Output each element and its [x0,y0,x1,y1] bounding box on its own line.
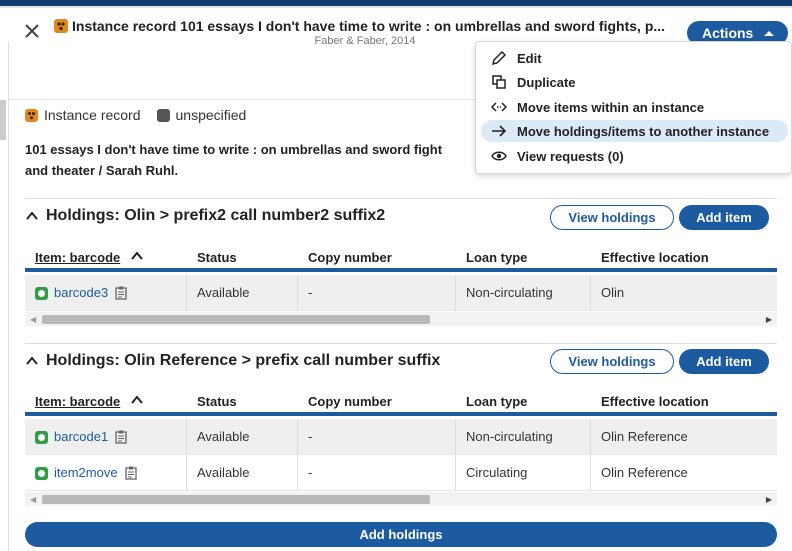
column-header-barcode[interactable]: Item: barcode [35,394,120,409]
menu-item-label: Move items within an instance [517,99,705,115]
header-separator [9,99,479,100]
menu-item-view-requests[interactable]: View requests (0) [481,145,788,167]
column-header-loan-type[interactable]: Loan type [466,394,527,409]
horizontal-scrollbar[interactable]: ◀ ▶ [25,312,777,326]
loan-type: Non-circulating [466,285,553,300]
instance-description: 101 essays I don't have time to write : … [25,139,485,181]
scroll-left-icon[interactable]: ◀ [30,315,36,324]
item-status: Available [197,285,250,300]
menu-item-move-holdings[interactable]: Move holdings/items to another instance [481,120,788,142]
chevron-up-icon [26,211,38,220]
item-status-icon [35,466,48,480]
menu-item-label: Edit [517,50,542,66]
view-holdings-button[interactable]: View holdings [550,205,674,230]
instance-status-label: unspecified [175,107,247,123]
effective-location: Olin [601,285,625,300]
barcode-link[interactable]: barcode1 [54,419,108,455]
column-header-barcode[interactable]: Item: barcode [35,250,120,265]
arrow-right-icon [492,125,507,137]
table-row[interactable]: barcode3 Available - Non-circulating Oli… [25,275,777,311]
menu-item-label: Duplicate [517,74,576,90]
item-status-icon [35,430,48,444]
pane-left-border [8,42,9,551]
pane-title: Instance record 101 essays I don't have … [72,18,666,34]
pane-header: Instance record 101 essays I don't have … [0,8,792,47]
effective-location: Olin Reference [601,429,688,444]
caret-up-icon [764,31,774,36]
view-holdings-button[interactable]: View holdings [550,349,674,374]
menu-item-edit[interactable]: Edit [481,47,788,69]
pencil-icon [491,50,507,66]
item-status: Available [197,429,250,444]
item-status-icon [35,286,48,300]
menu-item-label: View requests (0) [517,148,624,164]
loan-type: Circulating [466,465,528,480]
instance-description-line: 101 essays I don't have time to write : … [25,142,443,157]
column-header-loan-type[interactable]: Loan type [466,250,527,265]
eye-icon [491,151,507,161]
table-row[interactable]: barcode1 Available - Non-circulating Oli… [25,419,777,455]
item-status: Available [197,465,250,480]
scrollbar-thumb[interactable] [42,495,430,504]
status-icon [156,108,170,122]
actions-menu: Edit Duplicate Move items within an inst… [475,41,792,174]
instance-type-line: Instance record unspecified [25,107,246,123]
move-within-icon [491,102,507,112]
menu-item-label: Move holdings/items to another instance [517,123,770,139]
menu-item-move-within[interactable]: Move items within an instance [481,96,788,118]
section-divider [25,343,777,344]
instance-description-line: and theater / Sarah Ruhl. [25,163,179,178]
clipboard-icon[interactable] [115,430,127,444]
scrollbar-thumb[interactable] [42,315,430,324]
menu-item-duplicate[interactable]: Duplicate [481,71,788,93]
actions-label: Actions [702,25,754,41]
add-item-button[interactable]: Add item [679,349,769,374]
section-divider [25,198,777,199]
scroll-right-icon[interactable]: ▶ [766,495,772,504]
copy-number: - [308,285,313,300]
scroll-right-icon[interactable]: ▶ [766,315,772,324]
add-item-button[interactable]: Add item [679,205,769,230]
barcode-link[interactable]: barcode3 [54,275,108,311]
holdings-header[interactable]: Holdings: Olin > prefix2 call number2 su… [25,207,385,225]
add-holdings-button[interactable]: Add holdings [25,522,777,547]
column-header-effective-location[interactable]: Effective location [601,394,709,409]
instance-icon [54,19,68,33]
holdings-title: Holdings: Olin > prefix2 call number2 su… [46,207,386,224]
clipboard-icon[interactable] [124,466,137,480]
horizontal-scrollbar[interactable]: ◀ ▶ [25,492,777,506]
column-header-effective-location[interactable]: Effective location [601,250,709,265]
chevron-up-icon [26,356,38,365]
sort-up-icon[interactable] [130,393,144,407]
duplicate-icon [492,75,506,89]
column-header-status[interactable]: Status [197,394,237,409]
column-header-status[interactable]: Status [197,250,237,265]
items-table-header: Item: barcode Status Copy number Loan ty… [25,244,777,272]
sort-up-icon[interactable] [130,249,144,263]
copy-number: - [308,429,313,444]
scroll-left-icon[interactable]: ◀ [30,495,36,504]
table-row[interactable]: item2move Available - Circulating Olin R… [25,455,777,491]
holdings-title: Holdings: Olin Reference > prefix call n… [46,352,441,369]
instance-icon [25,108,38,122]
clipboard-icon[interactable] [115,286,127,300]
copy-number: - [308,465,313,480]
vertical-scrollbar[interactable] [0,100,6,140]
barcode-link[interactable]: item2move [54,455,118,491]
column-header-copy-number[interactable]: Copy number [308,394,392,409]
loan-type: Non-circulating [466,429,553,444]
holdings-header[interactable]: Holdings: Olin Reference > prefix call n… [25,352,440,370]
effective-location: Olin Reference [601,465,688,480]
items-table-header: Item: barcode Status Copy number Loan ty… [25,388,777,416]
instance-type-label: Instance record [44,107,141,123]
column-header-copy-number[interactable]: Copy number [308,250,392,265]
